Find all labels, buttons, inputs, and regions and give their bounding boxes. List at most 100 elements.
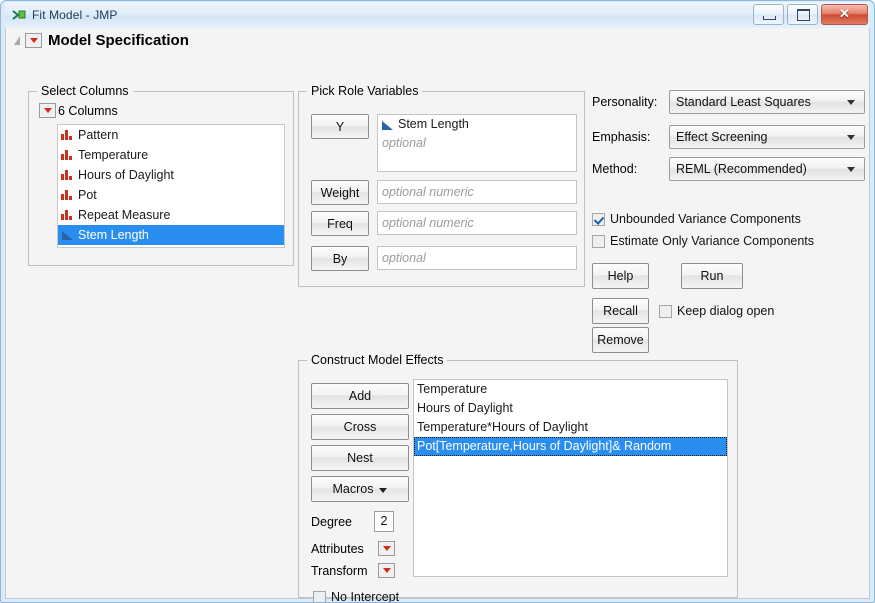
- role-row-weight: Weight optional numeric: [311, 180, 577, 205]
- macros-label: Macros: [333, 482, 374, 496]
- keep-dialog-open-checkbox[interactable]: [659, 305, 672, 318]
- maximize-button[interactable]: [787, 4, 818, 25]
- close-icon: ✕: [822, 5, 867, 24]
- construct-model-effects-label: Construct Model Effects: [307, 353, 447, 367]
- list-item[interactable]: Hours of Daylight: [414, 399, 727, 418]
- disclosure-triangle-icon[interactable]: [14, 36, 20, 45]
- emphasis-row: Emphasis: Effect Screening: [592, 125, 865, 149]
- unbounded-variance-row[interactable]: Unbounded Variance Components: [592, 212, 801, 226]
- role-row-by: By optional: [311, 246, 577, 271]
- nominal-column-icon: [61, 149, 74, 161]
- freq-role-box[interactable]: optional numeric: [377, 211, 577, 235]
- chevron-down-icon: [379, 488, 387, 493]
- personality-row: Personality: Standard Least Squares: [592, 90, 865, 114]
- weight-role-box[interactable]: optional numeric: [377, 180, 577, 204]
- estimate-only-variance-row[interactable]: Estimate Only Variance Components: [592, 234, 814, 248]
- keep-dialog-open-row[interactable]: Keep dialog open: [659, 304, 774, 318]
- by-role-placeholder: optional: [378, 247, 576, 269]
- column-label: Pot: [78, 188, 97, 202]
- transform-label: Transform: [311, 564, 378, 578]
- continuous-column-icon: [61, 229, 74, 241]
- column-label: Hours of Daylight: [78, 168, 174, 182]
- columns-red-triangle-icon[interactable]: [39, 103, 56, 118]
- list-item[interactable]: Hours of Daylight: [58, 165, 284, 185]
- page-title: Model Specification: [48, 32, 189, 49]
- nominal-column-icon: [61, 129, 74, 141]
- y-role-value-row[interactable]: Stem Length: [378, 115, 576, 134]
- degree-input[interactable]: 2: [374, 511, 394, 532]
- personality-dropdown[interactable]: Standard Least Squares: [669, 90, 865, 114]
- list-item[interactable]: Temperature: [414, 380, 727, 399]
- close-button[interactable]: ✕: [821, 4, 868, 25]
- list-item[interactable]: Repeat Measure: [58, 205, 284, 225]
- chevron-down-icon: [847, 100, 855, 105]
- emphasis-dropdown[interactable]: Effect Screening: [669, 125, 865, 149]
- red-triangle-menu-icon[interactable]: [25, 33, 42, 48]
- method-dropdown[interactable]: REML (Recommended): [669, 157, 865, 181]
- select-columns-panel: Select Columns 6 Columns Pattern Tempera…: [28, 91, 294, 266]
- list-item-selected[interactable]: Pot[Temperature,Hours of Daylight]& Rand…: [414, 437, 727, 456]
- columns-list[interactable]: Pattern Temperature Hours of Daylight Po…: [57, 124, 285, 248]
- maximize-icon: [797, 9, 810, 21]
- list-item[interactable]: Pattern: [58, 125, 284, 145]
- model-effects-list[interactable]: Temperature Hours of Daylight Temperatur…: [413, 379, 728, 577]
- list-item[interactable]: Pot: [58, 185, 284, 205]
- list-item-selected[interactable]: Stem Length: [58, 225, 284, 245]
- nest-effect-button[interactable]: Nest: [311, 445, 409, 471]
- dialog-client-area: Model Specification Select Columns 6 Col…: [5, 28, 870, 599]
- unbounded-variance-checkbox[interactable]: [592, 213, 605, 226]
- column-label: Pattern: [78, 128, 118, 142]
- model-specification-header: Model Specification: [6, 28, 869, 53]
- estimate-only-variance-checkbox[interactable]: [592, 235, 605, 248]
- no-intercept-checkbox[interactable]: [313, 591, 326, 603]
- y-role-button[interactable]: Y: [311, 114, 369, 139]
- no-intercept-row[interactable]: No Intercept: [313, 590, 399, 603]
- degree-row: Degree 2: [311, 511, 394, 532]
- personality-value: Standard Least Squares: [670, 95, 811, 109]
- add-effect-button[interactable]: Add: [311, 383, 409, 409]
- window-title: Fit Model - JMP: [32, 8, 118, 22]
- pick-role-variables-panel: Pick Role Variables Y Stem Length option…: [298, 91, 585, 287]
- jmp-icon: [11, 7, 27, 23]
- method-row: Method: REML (Recommended): [592, 157, 865, 181]
- title-bar: Fit Model - JMP ✕: [5, 2, 870, 28]
- unbounded-variance-label: Unbounded Variance Components: [610, 212, 801, 226]
- column-label: Temperature: [78, 148, 148, 162]
- role-row-y: Y Stem Length optional: [311, 114, 577, 172]
- recall-button[interactable]: Recall: [592, 298, 649, 324]
- macros-button[interactable]: Macros: [311, 476, 409, 502]
- y-role-value: Stem Length: [398, 115, 469, 134]
- minimize-icon: [763, 16, 776, 20]
- chevron-down-icon: [847, 135, 855, 140]
- minimize-button[interactable]: [753, 4, 784, 25]
- nominal-column-icon: [61, 209, 74, 221]
- help-button[interactable]: Help: [592, 263, 649, 289]
- list-item[interactable]: Temperature*Hours of Daylight: [414, 418, 727, 437]
- chevron-down-icon: [847, 167, 855, 172]
- no-intercept-label: No Intercept: [331, 590, 399, 603]
- transform-red-triangle-icon[interactable]: [378, 563, 395, 578]
- continuous-column-icon: [381, 119, 394, 131]
- nominal-column-icon: [61, 169, 74, 181]
- list-item[interactable]: Temperature: [58, 145, 284, 165]
- role-row-freq: Freq optional numeric: [311, 211, 577, 236]
- weight-role-placeholder: optional numeric: [378, 181, 576, 203]
- remove-button[interactable]: Remove: [592, 327, 649, 353]
- columns-count-label: 6 Columns: [58, 104, 118, 118]
- emphasis-value: Effect Screening: [670, 130, 768, 144]
- attributes-red-triangle-icon[interactable]: [378, 541, 395, 556]
- freq-role-button[interactable]: Freq: [311, 211, 369, 236]
- weight-role-button[interactable]: Weight: [311, 180, 369, 205]
- method-label: Method:: [592, 162, 669, 176]
- pick-role-variables-label: Pick Role Variables: [307, 84, 422, 98]
- window-controls: ✕: [753, 4, 868, 25]
- by-role-button[interactable]: By: [311, 246, 369, 271]
- fit-model-window: Fit Model - JMP ✕ Model Specification Se…: [0, 0, 875, 603]
- cross-effect-button[interactable]: Cross: [311, 414, 409, 440]
- by-role-box[interactable]: optional: [377, 246, 577, 270]
- nominal-column-icon: [61, 189, 74, 201]
- degree-label: Degree: [311, 515, 374, 529]
- run-button[interactable]: Run: [681, 263, 743, 289]
- y-role-box[interactable]: Stem Length optional: [377, 114, 577, 172]
- keep-dialog-open-label: Keep dialog open: [677, 304, 774, 318]
